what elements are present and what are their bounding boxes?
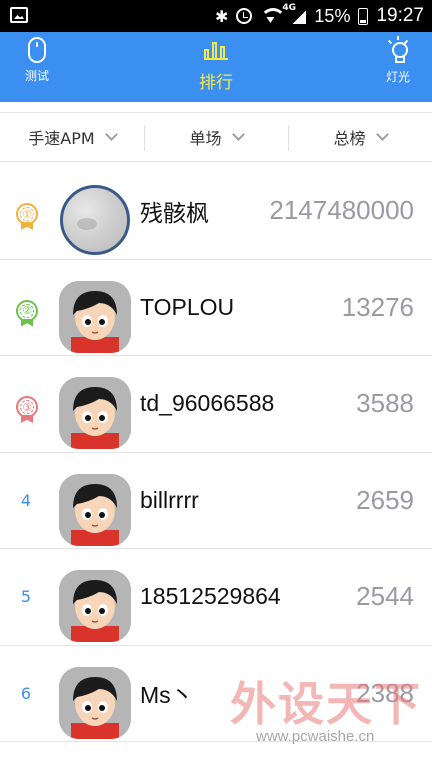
player-score: 13276 [341, 291, 414, 322]
cellular-signal-icon: 4G [282, 3, 306, 24]
rank-badge: ① [16, 203, 38, 225]
status-bar: ✱ 4G 15% 19:27 [0, 0, 432, 32]
player-name: TOPLOU [140, 293, 235, 320]
bar-chart-icon [204, 42, 228, 60]
ranking-row[interactable]: 5 18512529864 2544 [0, 549, 432, 646]
battery-icon [358, 7, 369, 25]
ranking-row[interactable]: 6 Ms丶 2388 [0, 646, 432, 742]
rank-number: 6 [20, 683, 32, 703]
status-icons: ✱ 4G 15% 19:27 [215, 0, 424, 32]
mouse-icon [28, 37, 46, 63]
player-name: 18512529864 [140, 583, 281, 610]
app-header: 测试 排行 灯光 [0, 32, 432, 102]
ranking-row[interactable]: ③ td_96066588 3588 [0, 356, 432, 453]
filter-bar: 手速APM 单场 总榜 [0, 112, 432, 162]
avatar [59, 473, 131, 546]
chevron-down-icon [104, 128, 118, 141]
chevron-down-icon [375, 128, 389, 141]
cartoon-face-icon [59, 570, 131, 642]
rank-number: 5 [20, 587, 32, 607]
player-score: 2388 [356, 677, 414, 708]
nav-ranking-button[interactable]: 排行 [186, 32, 246, 102]
rank-badge: ③ [16, 396, 38, 418]
cartoon-face-icon [59, 280, 131, 353]
gold-medal-icon: ① [16, 203, 38, 231]
avatar [59, 377, 131, 449]
filter-mode-label: 单场 [189, 129, 222, 148]
battery-percentage: 15% [314, 5, 351, 26]
rank-number: 4 [20, 490, 32, 510]
filter-mode-dropdown[interactable]: 单场 [144, 113, 288, 161]
ranking-row[interactable]: ② TOPLOU 13276 [0, 260, 432, 356]
cartoon-face-icon [59, 377, 131, 449]
player-name: td_96066588 [140, 390, 275, 417]
lightbulb-icon [386, 36, 410, 64]
player-name: billrrrr [140, 486, 199, 513]
filter-metric-label: 手速APM [28, 129, 95, 148]
nav-test-button[interactable]: 测试 [14, 32, 60, 102]
alarm-icon [236, 8, 253, 24]
player-name: Ms丶 [140, 682, 194, 709]
player-score: 2659 [356, 484, 414, 515]
ranking-list: ① 残骸枫 2147480000 ② TOPLOU 13276 ③ td_960… [0, 163, 432, 742]
nav-test-label: 测试 [24, 69, 49, 83]
cartoon-face-icon [59, 666, 131, 739]
player-score: 3588 [356, 388, 414, 419]
filter-metric-dropdown[interactable]: 手速APM [0, 113, 144, 161]
player-score: 2544 [356, 581, 414, 612]
network-type: 4G [282, 3, 297, 13]
bluetooth-icon: ✱ [215, 6, 229, 26]
rank-badge: ② [16, 299, 38, 322]
filter-scope-label: 总榜 [333, 129, 366, 148]
silver-medal-icon: ② [16, 299, 38, 328]
player-name: 残骸枫 [140, 199, 209, 226]
avatar [59, 280, 131, 353]
ranking-row[interactable]: 4 billrrrr 2659 [0, 453, 432, 549]
filter-scope-dropdown[interactable]: 总榜 [288, 113, 432, 161]
ranking-row[interactable]: ① 残骸枫 2147480000 [0, 163, 432, 260]
player-score: 2147480000 [269, 195, 414, 226]
avatar [59, 666, 131, 739]
chevron-down-icon [231, 128, 245, 141]
avatar [59, 570, 131, 642]
clock: 19:27 [376, 5, 424, 26]
bronze-medal-icon: ③ [16, 396, 38, 424]
avatar [60, 185, 130, 255]
nav-light-button[interactable]: 灯光 [376, 32, 420, 102]
nav-light-label: 灯光 [385, 70, 410, 84]
gallery-notification-icon [10, 7, 28, 23]
nav-ranking-label: 排行 [199, 73, 233, 93]
wifi-icon [260, 8, 287, 24]
cartoon-face-icon [59, 473, 131, 546]
